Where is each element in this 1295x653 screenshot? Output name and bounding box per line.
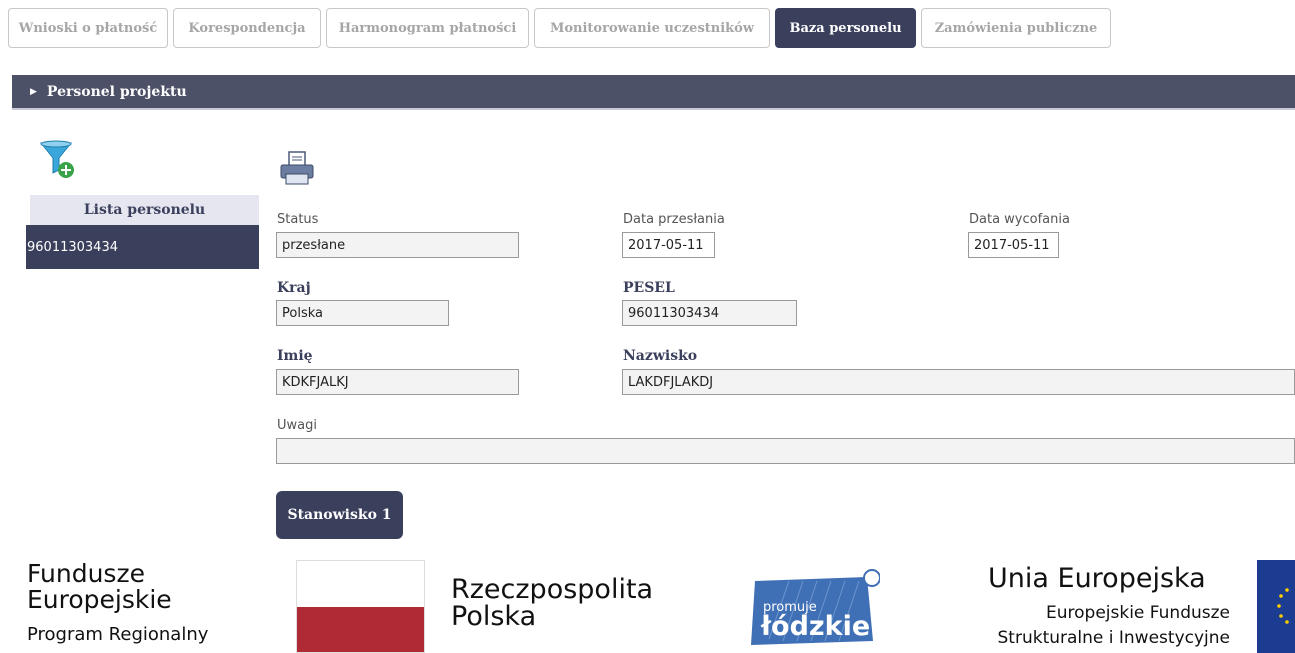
- eu-flag: [1257, 560, 1295, 653]
- status-field[interactable]: przesłane: [276, 232, 519, 258]
- tab-harmonogram[interactable]: Harmonogram płatności: [326, 8, 529, 48]
- fe-sub: Program Regionalny: [27, 624, 209, 645]
- tab-bar: Wnioski o płatność Korespondencja Harmon…: [8, 8, 1116, 48]
- svg-text:łódzkie: łódzkie: [760, 611, 870, 642]
- print-icon[interactable]: [279, 150, 317, 188]
- polish-flag: [296, 560, 425, 653]
- data-wycofania-label: Data wycofania: [969, 212, 1070, 227]
- status-label: Status: [277, 212, 319, 227]
- tab-zamowienia[interactable]: Zamówienia publiczne: [921, 8, 1111, 48]
- rp-logo: Rzeczpospolita Polska: [451, 576, 653, 630]
- uwagi-field[interactable]: [276, 438, 1295, 464]
- stanowisko-button[interactable]: Stanowisko 1: [276, 491, 403, 539]
- tab-monitorowanie[interactable]: Monitorowanie uczestników: [534, 8, 770, 48]
- list-item-personel[interactable]: 96011303434: [26, 225, 259, 269]
- kraj-label: Kraj: [277, 280, 311, 296]
- filter-add-icon[interactable]: [39, 140, 76, 180]
- data-przeslania-label: Data przesłania: [623, 212, 725, 227]
- tab-korespondencja[interactable]: Korespondencja: [173, 8, 321, 48]
- data-wycofania-field[interactable]: 2017-05-11: [968, 232, 1059, 258]
- fe-logo: Fundusze Europejskie: [27, 561, 172, 613]
- kraj-field[interactable]: Polska: [276, 300, 449, 326]
- section-header-personel[interactable]: ▶ Personel projektu: [12, 75, 1295, 110]
- ue-title: Unia Europejska: [988, 563, 1206, 594]
- list-item-label: 96011303434: [27, 239, 118, 255]
- rp-line1: Rzeczpospolita: [451, 574, 654, 605]
- data-przeslania-field[interactable]: 2017-05-11: [622, 232, 715, 258]
- fe-line1: Fundusze: [27, 559, 145, 588]
- tab-wnioski[interactable]: Wnioski o płatność: [8, 8, 168, 48]
- section-title: Personel projektu: [46, 83, 187, 100]
- ue-sub1: Europejskie Fundusze: [1046, 603, 1230, 623]
- imie-field[interactable]: KDKFJALKJ: [276, 369, 519, 395]
- nazwisko-label: Nazwisko: [623, 348, 698, 364]
- nazwisko-field[interactable]: LAKDFJLAKDJ: [622, 369, 1295, 395]
- pesel-field[interactable]: 96011303434: [622, 300, 797, 326]
- uwagi-label: Uwagi: [277, 418, 317, 433]
- rp-line2: Polska: [451, 601, 537, 632]
- ue-sub2: Strukturalne i Inwestycyjne: [997, 628, 1231, 648]
- pesel-label: PESEL: [623, 280, 675, 296]
- list-personelu-header: Lista personelu: [30, 195, 259, 225]
- tab-baza-personelu[interactable]: Baza personelu: [775, 8, 916, 48]
- ue-sub: Europejskie Fundusze Strukturalne i Inwe…: [998, 601, 1231, 651]
- fe-line2: Europejskie: [27, 585, 172, 614]
- caret-right-icon: ▶: [30, 86, 37, 97]
- lodzkie-logo: promuje łódzkie: [749, 569, 881, 650]
- imie-label: Imię: [277, 348, 313, 364]
